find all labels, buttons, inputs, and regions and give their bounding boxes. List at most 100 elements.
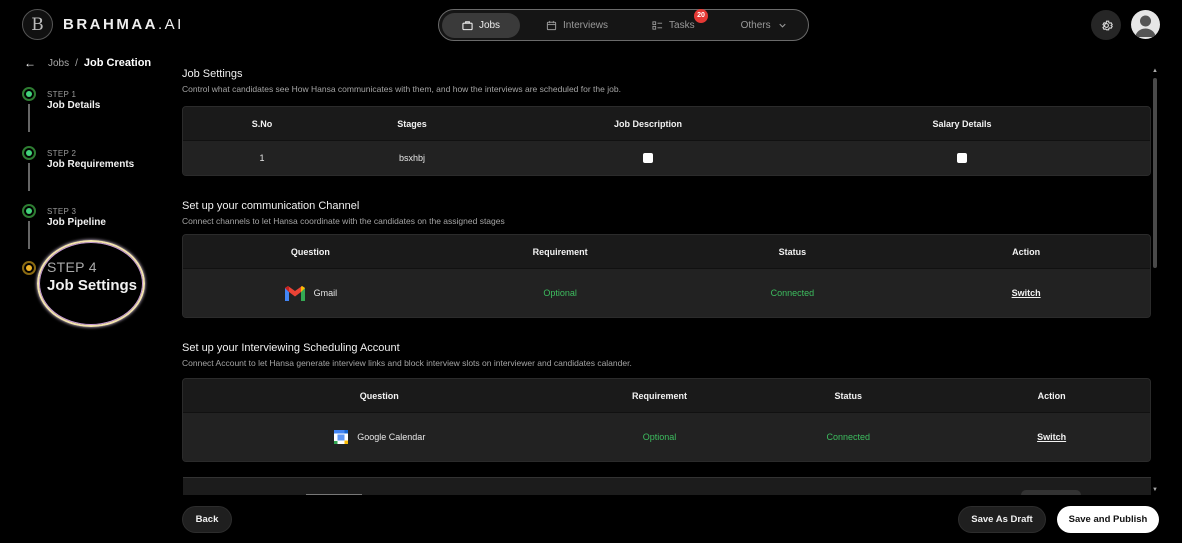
brand-name: BRAHMAA.AI	[63, 16, 184, 33]
brand-logo: B BRAHMAA.AI	[22, 9, 184, 40]
column-header: Requirement	[532, 246, 588, 257]
cell-status: Connected	[770, 288, 815, 298]
step-number: STEP 3	[47, 207, 77, 216]
google-calendar-icon	[334, 430, 349, 444]
nav-tab-label: Jobs	[478, 19, 501, 31]
table-row: 1 bsxhbj	[183, 141, 1150, 175]
scheduling-table: Question Requirement Status Action Googl…	[182, 378, 1151, 462]
logo-mark: B	[22, 9, 53, 40]
column-header: Status	[778, 246, 807, 257]
salary-details-checkbox[interactable]	[957, 153, 967, 163]
nav-tab-tasks[interactable]: Tasks 20	[638, 8, 709, 38]
step-current-icon	[22, 261, 36, 275]
partial-row-element	[306, 494, 362, 495]
column-header: Question	[359, 390, 399, 401]
column-header: S.No	[251, 118, 273, 129]
user-avatar[interactable]	[1131, 10, 1160, 39]
back-arrow-icon[interactable]: ←	[24, 56, 36, 70]
gear-icon	[1101, 20, 1113, 30]
table-row	[183, 477, 1151, 495]
brand-name-bold: BRAHMAA	[63, 16, 158, 33]
switch-calendar-link[interactable]: Switch	[1037, 432, 1066, 442]
step-number: STEP 1	[47, 90, 77, 99]
cell-action: Switch	[953, 432, 1150, 442]
column-header: Action	[1037, 390, 1066, 401]
settings-button[interactable]	[1091, 10, 1121, 40]
section-title: Set up your Interviewing Scheduling Acco…	[182, 342, 400, 354]
nav-tab-label: Tasks	[669, 19, 695, 31]
section-title: Job Settings	[182, 68, 243, 80]
column-header: Status	[834, 390, 863, 401]
save-and-publish-button[interactable]: Save and Publish	[1057, 506, 1159, 533]
section-subtitle: Connect Account to let Hansa generate in…	[182, 358, 632, 368]
calendar-icon	[546, 20, 557, 30]
breadcrumb-current: Job Creation	[83, 57, 152, 69]
column-header: Action	[1012, 246, 1041, 257]
breadcrumb: ← Jobs / Job Creation	[24, 56, 151, 70]
communication-table: Question Requirement Status Action Gmail…	[182, 234, 1151, 318]
switch-gmail-link[interactable]: Switch	[1012, 288, 1041, 298]
job-settings-table: S.No Stages Job Description Salary Detai…	[182, 106, 1151, 176]
section-subtitle: Control what candidates see How Hansa co…	[182, 84, 621, 94]
column-header: Stages	[397, 118, 427, 129]
back-button[interactable]: Back	[182, 506, 232, 533]
step-complete-icon	[22, 146, 36, 160]
partial-row-button[interactable]	[1021, 490, 1081, 495]
column-header: Job Description	[613, 118, 682, 129]
user-icon	[1135, 15, 1156, 37]
table-header: Question Requirement Status Action	[183, 379, 1150, 413]
nav-tab-others[interactable]: Others	[727, 13, 802, 38]
cell-requirement: Optional	[543, 288, 577, 298]
breadcrumb-jobs-link[interactable]: Jobs	[48, 58, 69, 69]
cell-job-description	[483, 153, 813, 163]
main-content: Job Settings Control what candidates see…	[182, 68, 1152, 462]
step-connector	[28, 163, 30, 191]
nav-tab-interviews[interactable]: Interviews	[532, 13, 622, 38]
step-complete-icon	[22, 204, 36, 218]
top-navigation: Jobs Interviews Tasks 20 Others	[438, 8, 809, 41]
annotation-highlight-circle	[37, 240, 145, 327]
table-row: Gmail Optional Connected Switch	[183, 269, 1150, 317]
nav-tab-label: Others	[740, 19, 771, 31]
channel-name: Gmail	[313, 288, 338, 298]
chevron-down-icon	[778, 23, 786, 28]
job-settings-section: Job Settings Control what candidates see…	[182, 68, 1152, 176]
column-header: Salary Details	[932, 118, 992, 129]
cell-stage: bsxhbj	[398, 153, 425, 163]
communication-section: Set up your communication Channel Connec…	[182, 200, 1152, 318]
cell-action: Switch	[902, 288, 1150, 298]
vertical-scrollbar-thumb[interactable]	[1153, 78, 1157, 268]
step-complete-icon	[22, 87, 36, 101]
job-description-checkbox[interactable]	[643, 153, 653, 163]
cell-salary-details	[813, 153, 1111, 163]
cell-requirement: Optional	[642, 432, 677, 442]
step-connector	[28, 104, 30, 132]
column-header: Requirement	[632, 390, 688, 401]
table-header: Question Requirement Status Action	[183, 235, 1150, 269]
cell-status: Connected	[826, 432, 871, 442]
section-subtitle: Connect channels to let Hansa coordinate…	[182, 216, 505, 226]
table-header: S.No Stages Job Description Salary Detai…	[183, 107, 1150, 141]
tasks-icon	[652, 20, 663, 30]
column-header: Question	[290, 246, 330, 257]
scroll-up-arrow[interactable]: ▲	[1152, 68, 1158, 74]
breadcrumb-separator: /	[75, 57, 78, 69]
save-draft-button[interactable]: Save As Draft	[958, 506, 1046, 533]
section-title: Set up your communication Channel	[182, 200, 360, 212]
nav-tab-jobs[interactable]: Jobs	[442, 12, 520, 38]
brand-name-suffix: .AI	[158, 16, 184, 33]
briefcase-icon	[462, 20, 473, 30]
step-number: STEP 2	[47, 149, 77, 158]
account-name: Google Calendar	[357, 432, 426, 442]
scroll-down-arrow[interactable]: ▼	[1152, 487, 1158, 493]
tasks-count-badge: 20	[694, 8, 709, 23]
step-connector	[28, 221, 30, 249]
gmail-icon	[284, 285, 305, 301]
step-title: Job Requirements	[47, 159, 135, 170]
cell-sno: 1	[259, 153, 265, 163]
step-title: Job Details	[47, 100, 101, 111]
cell-question: Google Calendar	[183, 429, 576, 445]
nav-tab-label: Interviews	[563, 19, 609, 31]
table-row: Google Calendar Optional Connected Switc…	[183, 413, 1150, 461]
scheduling-section: Set up your Interviewing Scheduling Acco…	[182, 342, 1152, 462]
